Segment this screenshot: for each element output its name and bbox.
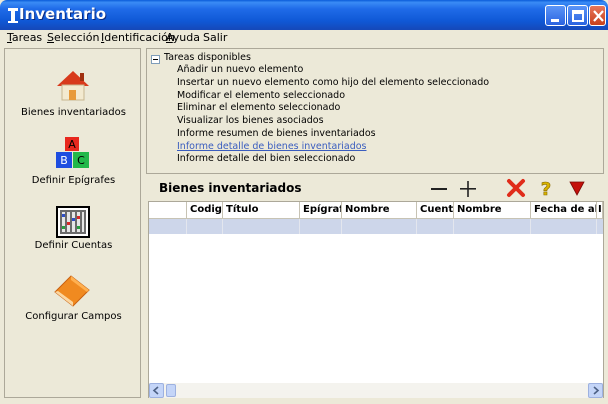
- task-item[interactable]: Eliminar el elemento seleccionado: [177, 102, 340, 113]
- abc-blocks-icon: A B C: [56, 137, 89, 168]
- column-header[interactable]: Nombre: [342, 202, 417, 219]
- close-button[interactable]: [589, 5, 606, 26]
- task-item-hover[interactable]: Informe detalle de bienes inventariados: [177, 141, 367, 152]
- nav-label-campos: Configurar Campos: [25, 311, 122, 322]
- scroll-right-button[interactable]: [588, 383, 603, 398]
- column-header[interactable]: [149, 202, 187, 219]
- nav-label-cuentas: Definir Cuentas: [34, 240, 113, 251]
- chevron-right-icon: [593, 386, 600, 395]
- scroll-thumb[interactable]: [166, 384, 176, 397]
- task-item[interactable]: Insertar un nuevo elemento como hijo del…: [177, 77, 489, 88]
- table-cell: [342, 219, 417, 234]
- task-item[interactable]: Añadir un nuevo elemento: [177, 64, 303, 75]
- svg-text:?: ?: [541, 179, 551, 198]
- column-header[interactable]: Nombre: [454, 202, 531, 219]
- nav-label-bienes: Bienes inventariados: [21, 107, 126, 118]
- app-icon: [8, 8, 18, 23]
- column-header[interactable]: I: [597, 202, 603, 219]
- scroll-left-button[interactable]: [149, 383, 164, 398]
- column-header[interactable]: Epígrafe: [300, 202, 342, 219]
- maximize-icon: [572, 10, 584, 22]
- plus-icon[interactable]: [457, 178, 479, 198]
- tasks-panel: Tareas disponibles Añadir un nuevo eleme…: [146, 48, 604, 174]
- nav-label-epigrafes: Definir Epígrafes: [31, 175, 116, 186]
- filter-down-icon[interactable]: [566, 178, 588, 198]
- minimize-icon: [551, 19, 559, 22]
- menu-ayuda[interactable]: Ayuda: [166, 31, 200, 44]
- column-header[interactable]: Fecha de alta: [531, 202, 597, 219]
- tree-collapse-toggle[interactable]: [151, 55, 160, 64]
- menu-seleccion[interactable]: Selección: [47, 31, 99, 44]
- table-cell: [454, 219, 531, 234]
- maximize-button[interactable]: [567, 5, 588, 26]
- folder-orange-icon: [54, 275, 90, 307]
- minimize-button[interactable]: [545, 5, 566, 26]
- chevron-left-icon: [152, 386, 159, 395]
- task-item[interactable]: Informe detalle del bien seleccionado: [177, 153, 355, 164]
- help-question-icon[interactable]: ?: [535, 178, 557, 198]
- horizontal-scrollbar[interactable]: [149, 383, 603, 398]
- table-cell: [149, 219, 187, 234]
- title-bar[interactable]: Inventario: [0, 0, 608, 30]
- menu-tareas[interactable]: Tareas: [7, 31, 42, 44]
- menu-salir[interactable]: Salir: [203, 31, 227, 44]
- svg-text:B: B: [60, 154, 68, 167]
- task-item[interactable]: Modificar el elemento seleccionado: [177, 90, 345, 101]
- table-cell: [300, 219, 342, 234]
- delete-x-icon[interactable]: [505, 178, 527, 198]
- task-item[interactable]: Informe resumen de bienes inventariados: [177, 128, 376, 139]
- column-header[interactable]: Cuenta: [417, 202, 454, 219]
- data-grid[interactable]: Codigo Título Epígrafe Nombre Cuenta Nom…: [148, 201, 604, 398]
- task-item[interactable]: Visualizar los bienes asociados: [177, 115, 324, 126]
- svg-text:C: C: [77, 154, 85, 167]
- table-cell: [187, 219, 223, 234]
- house-icon: [57, 71, 89, 101]
- window-title: Inventario: [19, 5, 107, 23]
- grid-title: Bienes inventariados: [159, 181, 302, 195]
- table-cell: [417, 219, 454, 234]
- table-cell: [223, 219, 300, 234]
- svg-text:A: A: [68, 138, 76, 151]
- navigation-panel: Bienes inventariados A B C Definir Epígr…: [4, 48, 141, 398]
- grid-header: Bienes inventariados ?: [146, 176, 604, 200]
- column-header[interactable]: Título: [223, 202, 300, 219]
- close-icon: [593, 10, 604, 22]
- table-cell: [531, 219, 597, 234]
- menu-identificacion[interactable]: Identificación: [101, 31, 175, 44]
- minus-icon[interactable]: [428, 178, 450, 198]
- abacus-icon: [56, 206, 90, 238]
- menu-bar: Tareas Selección Identificación Ayuda Sa…: [0, 30, 608, 45]
- tasks-root: Tareas disponibles: [164, 52, 251, 63]
- column-header[interactable]: Codigo: [187, 202, 223, 219]
